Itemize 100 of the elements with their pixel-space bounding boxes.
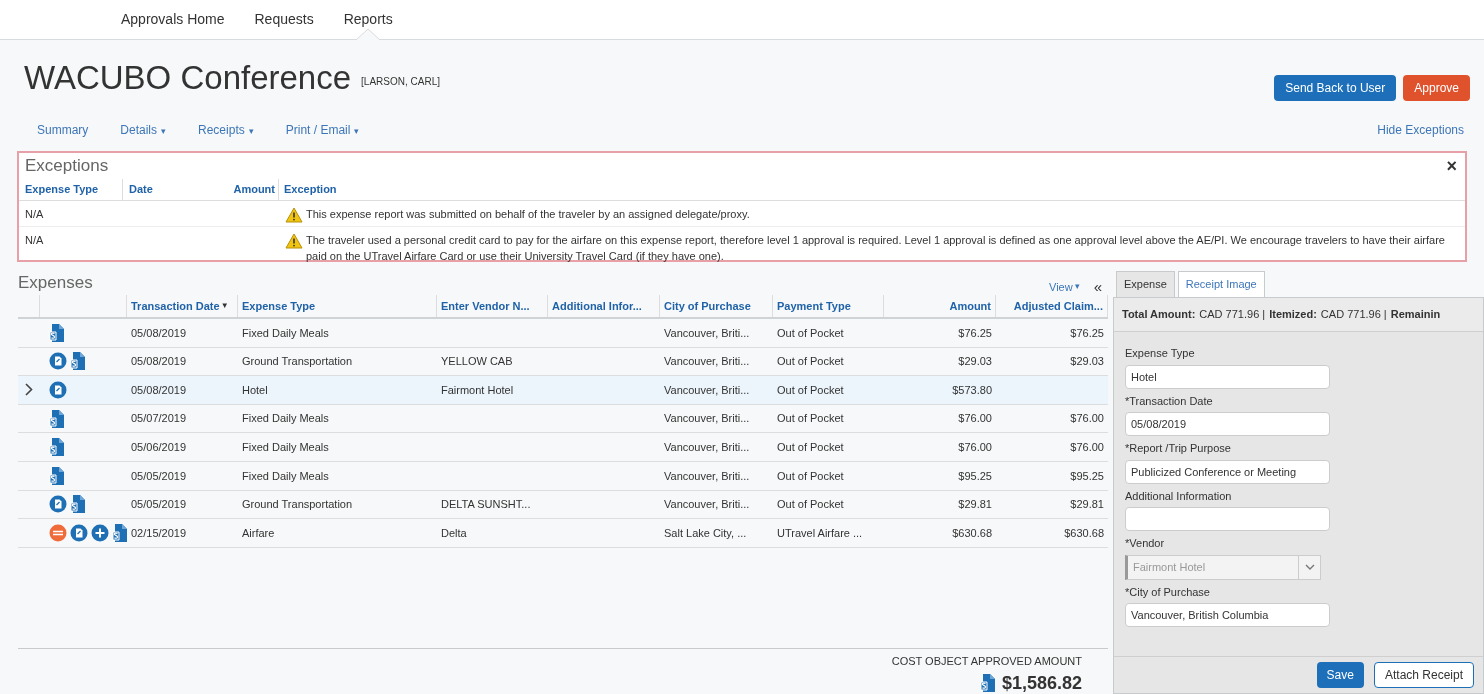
nav-tab[interactable]: Requests [254,0,314,39]
column-header[interactable]: Expense Type [238,295,437,317]
table-cell-text: Hotel [241,382,269,398]
summary-label: Total Amount: [1122,307,1196,323]
column-header[interactable]: Adjusted Claim... [996,295,1108,317]
document-circle-icon[interactable] [49,495,67,514]
expenses-title: Expenses [18,271,93,294]
table-cell-text: $29.03 [957,354,993,370]
nav-tab[interactable]: Reports [343,0,393,39]
close-button[interactable]: × [1446,156,1457,175]
summary-label: Itemized: [1269,307,1317,323]
table-cell-text: $573.80 [951,382,993,398]
table-cell-text: $76.00 [1069,411,1105,427]
summary-value: CAD 771.96 | [1320,307,1387,323]
total-amount: $1,586.82 [1001,671,1082,694]
chevron-right-icon [25,383,33,397]
expense-row[interactable]: 05/08/2019 Hotel Fairmont Hotel Vancouver, Briti... Out of Pocket $573.80 [18,376,1108,405]
view-menu-link[interactable]: View [1049,278,1073,295]
caret-icon: ▾ [161,126,167,136]
table-cell-text: Vancouver, Briti... [663,354,751,370]
receipt-dollar-icon[interactable] [49,465,65,486]
column-header[interactable]: Amount [884,295,996,317]
field-label: Additional Information [1125,488,1233,504]
report-menu-link[interactable]: Print / Email ▾ [285,121,360,139]
field-label: *Vendor [1125,536,1166,551]
table-cell-text: Out of Pocket [776,382,845,398]
table-cell-text: 05/05/2019 [130,497,188,513]
document-circle-icon[interactable] [49,352,67,371]
approve-button[interactable]: Approve [1403,75,1470,101]
column-header[interactable]: City of Purchase [660,295,773,317]
table-cell-text: 05/08/2019 [130,382,188,398]
column-header[interactable]: Expense Type [19,178,122,200]
total-label: COST OBJECT APPROVED AMOUNT [891,654,1082,669]
input-field[interactable]: Publicized Conference or Meeting [1125,459,1330,484]
table-cell-text: 05/08/2019 [130,325,188,341]
table-cell-text: Delta [440,525,468,541]
table-cell-text: Vancouver, Briti... [663,325,751,341]
sort-caret-icon: ▼ [220,300,229,312]
receipt-dollar-icon[interactable] [112,522,128,543]
receipt-dollar-icon[interactable] [49,322,65,343]
report-menu-link[interactable]: Details ▾ [120,121,167,139]
minus-circle-icon[interactable] [49,523,67,542]
collapse-button[interactable]: « [1093,279,1102,295]
column-header[interactable]: Payment Type [773,295,884,317]
table-cell-text: $76.00 [957,411,993,427]
column-header[interactable]: Additional Infor... [548,295,660,317]
table-cell-text: N/A [24,206,45,222]
column-header[interactable]: Enter Vendor N... [437,295,548,317]
column-header[interactable]: Exception [279,178,337,200]
table-cell-text: Vancouver, Briti... [663,411,751,427]
table-cell-text: Vancouver, Briti... [663,497,751,513]
table-cell-text: $29.81 [957,497,993,513]
summary-label: Remainin [1390,307,1441,323]
save-button[interactable]: Save [1316,662,1364,688]
document-circle-icon[interactable] [49,381,67,399]
table-cell-text: Fixed Daily Meals [241,439,330,455]
exceptions-title: Exceptions [25,155,109,177]
table-cell-text: $630.68 [951,525,993,541]
table-cell-text: Out of Pocket [776,325,845,341]
table-cell-text: 02/15/2019 [130,525,188,541]
table-cell-text: $76.00 [957,439,993,455]
column-header[interactable]: Date [122,178,200,200]
table-cell-text: $76.25 [1069,325,1105,341]
table-cell-text: Salt Lake City, ... [663,525,748,541]
receipt-dollar-icon[interactable] [70,351,86,372]
table-cell-text: Fairmont Hotel [440,382,515,398]
panel-tab[interactable]: Expense [1116,271,1175,297]
input-field[interactable]: Vancouver, British Columbia [1125,603,1330,627]
receipt-dollar-icon[interactable] [979,673,996,693]
table-cell-text: Out of Pocket [776,497,845,513]
table-cell-text: Out of Pocket [776,411,845,427]
report-menu-link[interactable]: Receipts ▾ [198,121,254,139]
document-circle-icon[interactable] [70,523,88,542]
summary-value: CAD 771.96 | [1199,307,1266,323]
send-back-button[interactable]: Send Back to User [1274,75,1397,101]
hide-exceptions-link[interactable]: Hide Exceptions [1377,121,1464,139]
input-field[interactable] [1125,507,1330,531]
receipt-dollar-icon[interactable] [49,437,65,458]
receipt-dollar-icon[interactable] [49,408,65,429]
table-cell-text: $95.25 [1069,468,1105,484]
attach-receipt-button[interactable]: Attach Receipt [1373,662,1474,688]
panel-tab[interactable]: Receipt Image [1177,271,1265,297]
input-field[interactable]: 05/08/2019 [1125,412,1330,436]
caret-icon: ▾ [1074,280,1080,294]
table-cell-text: 05/06/2019 [130,439,188,455]
warning-icon [285,206,303,223]
input-field[interactable]: Hotel [1125,364,1330,389]
table-cell-text: Fixed Daily Meals [241,468,330,484]
table-cell-text: Out of Pocket [776,439,845,455]
column-header[interactable]: Amount [200,178,279,200]
nav-tab[interactable]: Approvals Home [121,0,225,39]
table-cell-text: UTravel Airfare ... [776,525,864,541]
employee-name: [LARSON, CARL] [361,75,440,89]
plus-circle-icon[interactable] [91,523,109,542]
table-cell-text: Airfare [241,525,276,541]
receipt-dollar-icon[interactable] [70,494,86,515]
column-header[interactable]: Transaction Date▼ [127,295,238,317]
report-menu-link[interactable]: Summary [37,121,89,139]
table-cell-text: Fixed Daily Meals [241,325,330,341]
table-cell-text: Vancouver, Briti... [663,439,751,455]
